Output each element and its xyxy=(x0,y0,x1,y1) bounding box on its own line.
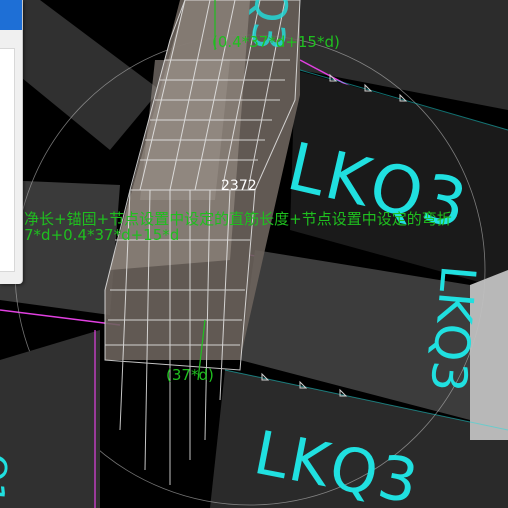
column-hatch-region xyxy=(140,60,230,200)
dimension-top-formula: (0.4*37*d+15*d) xyxy=(212,33,340,51)
model-3d-viewport[interactable]: Q3 LKQ3 LKQ3 LKQ3 Q1 (0.4*37*d+15*d) 237… xyxy=(0,0,508,508)
dimension-bar-length: 2372 xyxy=(221,178,257,194)
dimension-formula-expression: 7*d+0.4*37*d+15*d xyxy=(24,226,180,244)
slab-bottom-left xyxy=(0,330,100,508)
rebar-3d-scene[interactable] xyxy=(0,0,508,508)
panel-content[interactable] xyxy=(0,48,15,272)
panel-titlebar[interactable] xyxy=(0,0,22,30)
dimension-bottom-formula: (37*d) xyxy=(166,366,214,384)
floating-panel[interactable] xyxy=(0,0,23,284)
wall-label-right-vertical: LKQ3 xyxy=(419,263,486,395)
slab-top-left xyxy=(0,0,160,150)
